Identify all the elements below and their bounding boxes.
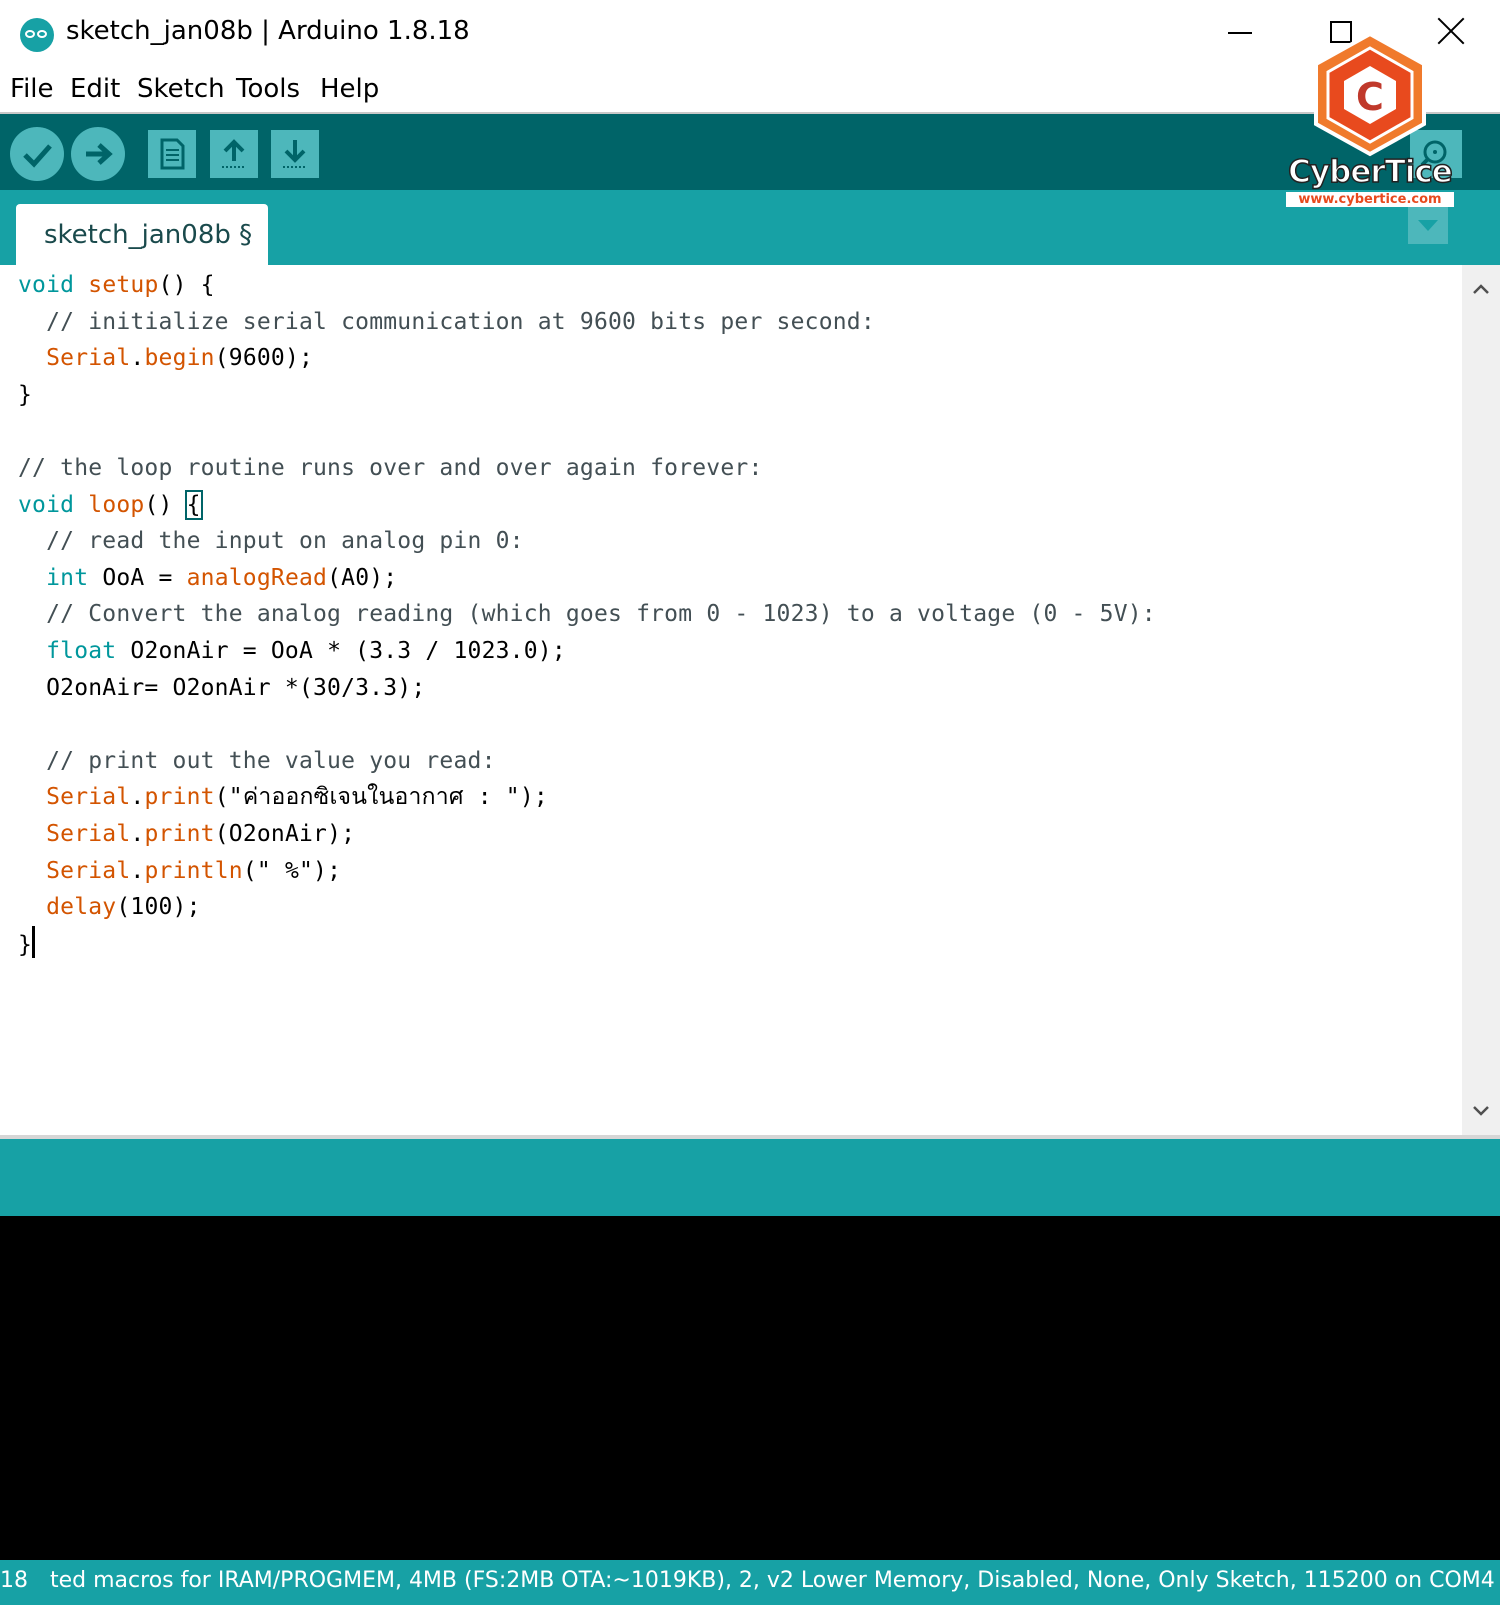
code-line-14: // print out the value you read:	[46, 747, 496, 774]
board-info: ted macros for IRAM/PROGMEM, 4MB (FS:2MB…	[50, 1568, 1495, 1593]
minimize-icon	[1228, 32, 1252, 34]
code-line-11: float O2onAir = OoA * (3.3 / 1023.0);	[46, 637, 566, 664]
code-line-17: Serial.println(" %");	[46, 857, 342, 884]
vertical-scrollbar[interactable]	[1462, 265, 1500, 1135]
menu-help[interactable]: Help	[320, 74, 379, 104]
brand-name: CyberTice	[1287, 153, 1453, 191]
document-icon	[160, 138, 185, 170]
tab-label: sketch_jan08b §	[44, 220, 253, 250]
code-line-3: Serial.begin(9600);	[46, 345, 314, 372]
menu-tools[interactable]: Tools	[236, 74, 300, 104]
code-line-10: // Convert the analog reading (which goe…	[46, 601, 1156, 628]
title-bar: sketch_jan08b | Arduino 1.8.18	[0, 0, 1500, 66]
chevron-up-icon[interactable]	[1462, 271, 1500, 307]
code-editor[interactable]: void setup() { // initialize serial comm…	[0, 265, 1460, 1135]
menu-sketch[interactable]: Sketch	[137, 74, 225, 104]
menu-bar: File Edit Sketch Tools Help	[0, 70, 1500, 114]
logo-letter: C	[1356, 75, 1384, 119]
verify-button[interactable]	[10, 127, 64, 181]
window-title: sketch_jan08b | Arduino 1.8.18	[66, 16, 470, 46]
new-sketch-button[interactable]	[148, 130, 196, 178]
arduino-logo-icon	[20, 18, 54, 52]
code-line-12: O2onAir= O2onAir *(30/3.3);	[18, 674, 426, 701]
code-line-6: // the loop routine runs over and over a…	[18, 454, 763, 481]
code-line-7: void loop() {	[18, 489, 203, 520]
output-console[interactable]	[0, 1216, 1500, 1560]
text-caret	[32, 925, 36, 958]
code-line-19: }	[18, 925, 36, 958]
brand-url: www.cybertice.com	[1286, 192, 1454, 207]
code-line-1: void setup() {	[18, 272, 215, 298]
code-line-9: int OoA = analogRead(A0);	[46, 564, 398, 591]
code-line-2: // initialize serial communication at 96…	[46, 308, 875, 335]
minimize-button[interactable]	[1190, 0, 1290, 66]
open-button[interactable]	[210, 130, 258, 178]
code-line-18: delay(100);	[46, 894, 201, 921]
toolbar	[0, 114, 1500, 190]
line-number: 18	[0, 1568, 28, 1593]
tab-bar: sketch_jan08b §	[0, 190, 1500, 265]
menu-file[interactable]: File	[10, 74, 54, 104]
status-bar: 18 ted macros for IRAM/PROGMEM, 4MB (FS:…	[0, 1560, 1500, 1605]
code-line-8: // read the input on analog pin 0:	[46, 528, 524, 555]
chevron-down-icon[interactable]	[1462, 1093, 1500, 1129]
code-line-16: Serial.print(O2onAir);	[46, 820, 356, 847]
cybertice-watermark: C CyberTice www.cybertice.com	[1286, 31, 1454, 212]
cybertice-logo-icon: C	[1314, 31, 1426, 157]
upload-button[interactable]	[71, 127, 125, 181]
code-line-15: Serial.print("ค่าออกซิเจนในอากาศ : ");	[46, 784, 548, 811]
arrow-up-icon	[222, 139, 246, 168]
arrow-down-icon	[283, 140, 307, 168]
code-line-4: }	[18, 381, 33, 408]
message-bar	[0, 1139, 1500, 1216]
save-button[interactable]	[271, 130, 319, 178]
code-text: void setup() { // initialize serial comm…	[18, 267, 1156, 963]
arrow-right-icon	[86, 143, 113, 165]
tab-sketch[interactable]: sketch_jan08b §	[16, 204, 268, 265]
checkmark-icon	[23, 144, 52, 168]
menu-edit[interactable]: Edit	[70, 74, 120, 104]
